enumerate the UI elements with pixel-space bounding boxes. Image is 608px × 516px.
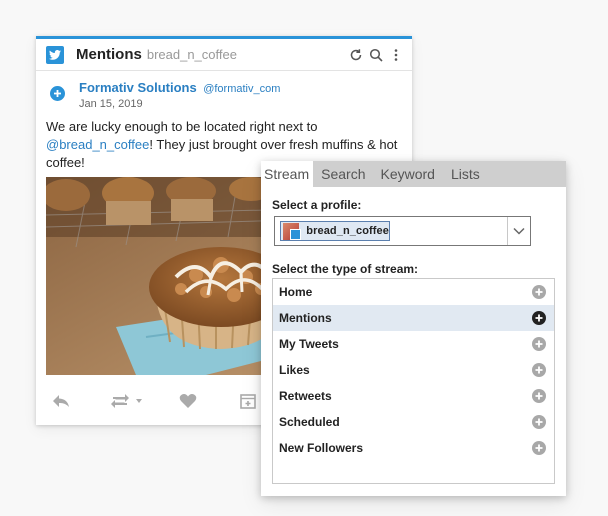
schedule-icon[interactable] <box>240 393 256 414</box>
stream-option-label: New Followers <box>279 441 364 455</box>
add-circle-icon[interactable] <box>532 389 546 403</box>
card-header: Mentions bread_n_coffee <box>36 39 412 71</box>
stream-title: Mentions <box>76 46 142 63</box>
add-stream-panel: Stream Search Keyword Lists Select a pro… <box>261 161 566 496</box>
author-name[interactable]: Formativ Solutions <box>79 80 197 95</box>
stream-option-likes[interactable]: Likes <box>273 357 554 383</box>
refresh-icon[interactable] <box>348 46 364 64</box>
twitter-icon <box>46 45 64 64</box>
stream-option-label: Likes <box>279 363 310 377</box>
twitter-badge-icon <box>290 228 302 240</box>
profile-select[interactable]: bread_n_coffee <box>274 216 531 246</box>
retweet-icon[interactable] <box>110 393 146 414</box>
stream-type-tabs: Stream Search Keyword Lists <box>261 161 566 187</box>
tab-lists[interactable]: Lists <box>443 161 488 187</box>
stream-option-label: My Tweets <box>279 337 339 351</box>
stream-type-label: Select the type of stream: <box>272 262 419 276</box>
chevron-down-icon[interactable] <box>507 217 530 245</box>
post-author: Formativ Solutions @formativ_com Jan 15,… <box>36 71 412 110</box>
stream-profile-name: bread_n_coffee <box>146 47 237 62</box>
search-icon[interactable] <box>368 46 384 64</box>
follow-plus-icon[interactable] <box>50 86 65 101</box>
more-vertical-icon[interactable] <box>388 46 404 64</box>
stream-option-label: Retweets <box>279 389 332 403</box>
mention-link[interactable]: @bread_n_coffee <box>46 137 149 152</box>
author-name-line[interactable]: Formativ Solutions @formativ_com <box>79 79 280 97</box>
like-icon[interactable] <box>179 393 197 414</box>
add-circle-icon[interactable] <box>532 337 546 351</box>
selected-profile-name: bread_n_coffee <box>306 225 389 237</box>
stream-option-label: Scheduled <box>279 415 340 429</box>
add-circle-icon[interactable] <box>532 285 546 299</box>
stream-option-scheduled[interactable]: Scheduled <box>273 409 554 435</box>
profile-avatar <box>283 222 302 240</box>
stream-option-retweets[interactable]: Retweets <box>273 383 554 409</box>
profile-label: Select a profile: <box>272 198 362 212</box>
add-circle-icon[interactable] <box>532 363 546 377</box>
tab-search[interactable]: Search <box>313 161 372 187</box>
add-circle-icon[interactable] <box>532 441 546 455</box>
tab-stream[interactable]: Stream <box>261 161 314 187</box>
reply-icon[interactable] <box>52 393 70 414</box>
post-actions <box>46 393 286 415</box>
stream-option-mentions[interactable]: Mentions <box>273 305 554 331</box>
post-text-part: We are lucky enough to be located right … <box>46 119 318 134</box>
stream-option-home[interactable]: Home <box>273 279 554 305</box>
stream-option-my-tweets[interactable]: My Tweets <box>273 331 554 357</box>
stream-type-list: Home Mentions My Tweets Likes Retweets S… <box>272 278 555 484</box>
add-circle-icon[interactable] <box>532 311 546 325</box>
tab-keyword[interactable]: Keyword <box>372 161 442 187</box>
author-handle[interactable]: @formativ_com <box>203 83 280 95</box>
stream-option-new-followers[interactable]: New Followers <box>273 435 554 461</box>
post-date: Jan 15, 2019 <box>79 98 143 110</box>
add-circle-icon[interactable] <box>532 415 546 429</box>
stream-option-label: Home <box>279 285 313 299</box>
selected-profile-chip[interactable]: bread_n_coffee <box>280 221 390 241</box>
stream-option-label: Mentions <box>279 311 332 325</box>
